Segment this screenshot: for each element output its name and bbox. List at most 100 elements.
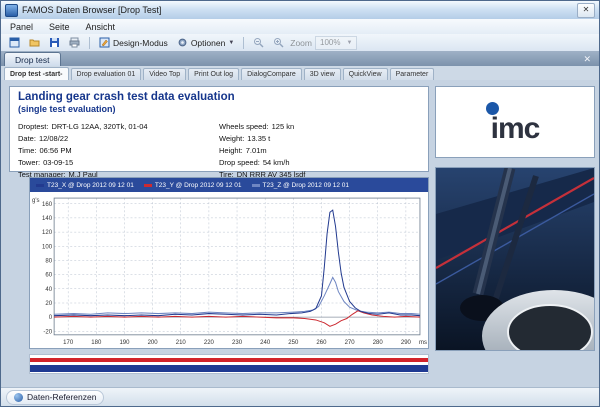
svg-text:100: 100 [42, 244, 53, 250]
subtab-drop-evaluation-01[interactable]: Drop evaluation 01 [71, 68, 142, 80]
design-mode-label: Design-Modus [113, 38, 168, 48]
svg-text:20: 20 [45, 301, 52, 307]
status-bar: Daten-Referenzen [1, 387, 599, 406]
blue-stripe [30, 365, 428, 372]
test-info-fields: Droptest:DRT-LG 12AA, 320Tk, 01-04 Date:… [18, 119, 420, 179]
toolbar-separator [89, 37, 90, 49]
field-height: Height:7.01m [219, 146, 420, 155]
svg-text:200: 200 [148, 340, 159, 346]
print-button[interactable] [66, 36, 83, 49]
series-color-chip [252, 184, 260, 187]
series-color-chip [144, 184, 152, 187]
imc-logo-panel: imc [435, 86, 595, 158]
field-tower: Tower:03-09-15 [18, 158, 219, 167]
window-title: FAMOS Daten Browser [Drop Test] [22, 5, 161, 15]
subtab-parameter[interactable]: Parameter [390, 68, 435, 80]
svg-text:280: 280 [373, 340, 384, 346]
field-drop-speed: Drop speed:54 km/h [219, 158, 420, 167]
zoom-in-icon [273, 37, 284, 48]
svg-text:80: 80 [45, 258, 52, 264]
app-icon [5, 4, 18, 17]
app-window: FAMOS Daten Browser [Drop Test] ✕ Panel … [0, 0, 600, 407]
subtab-quickview[interactable]: QuickView [343, 68, 388, 80]
options-label: Optionen [191, 38, 226, 48]
menu-seite[interactable]: Seite [47, 22, 72, 32]
sub-tab-strip: Drop test -start- Drop evaluation 01 Vid… [1, 66, 599, 81]
field-wheels-speed: Wheels speed:125 kn [219, 122, 420, 131]
svg-text:140: 140 [42, 216, 53, 222]
svg-text:270: 270 [345, 340, 356, 346]
line-chart: 170180190200210220230240250260270280290-… [30, 192, 428, 348]
close-button[interactable]: ✕ [577, 3, 595, 18]
svg-text:ms: ms [419, 340, 427, 346]
svg-text:240: 240 [260, 340, 271, 346]
svg-text:60: 60 [45, 273, 52, 279]
series-color-chip [36, 184, 44, 187]
options-button[interactable]: Optionen ▼ [174, 36, 237, 49]
svg-text:0: 0 [49, 315, 53, 321]
chart-panel: T23_X @ Drop 2012 09 12 01 T23_Y @ Drop … [29, 177, 429, 349]
chevron-down-icon: ▼ [228, 40, 234, 46]
content-area: Landing gear crash test data evaluation … [1, 80, 599, 388]
svg-text:220: 220 [204, 340, 215, 346]
subtab-print-out-log[interactable]: Print Out log [188, 68, 239, 80]
zoom-select[interactable]: 100% ▼ [315, 36, 357, 50]
toolbar-separator [243, 37, 244, 49]
menu-ansicht[interactable]: Ansicht [84, 22, 118, 32]
tab-drop-test[interactable]: Drop test [4, 52, 61, 66]
daten-referenzen-button[interactable]: Daten-Referenzen [6, 390, 104, 405]
tab-close-icon[interactable]: ✕ [583, 55, 591, 64]
status-label: Daten-Referenzen [27, 392, 96, 402]
open-folder-icon [29, 37, 40, 48]
svg-text:g's: g's [32, 198, 40, 204]
field-weight: Weight:13.35 t [219, 134, 420, 143]
page-subtitle: (single test evaluation) [18, 104, 420, 114]
save-icon [49, 37, 60, 48]
svg-text:210: 210 [176, 340, 187, 346]
svg-text:290: 290 [401, 340, 412, 346]
chart-plot-area[interactable]: 170180190200210220230240250260270280290-… [30, 192, 428, 348]
zoom-value: 100% [320, 38, 340, 47]
svg-text:120: 120 [42, 230, 53, 236]
red-stripe [30, 358, 428, 362]
legend-entry-t23x[interactable]: T23_X @ Drop 2012 09 12 01 [36, 182, 134, 189]
chart-legend: T23_X @ Drop 2012 09 12 01 T23_Y @ Drop … [30, 178, 428, 192]
svg-text:260: 260 [316, 340, 327, 346]
field-date: Date:12/08/22 [18, 134, 219, 143]
design-mode-button[interactable]: Design-Modus [96, 36, 171, 49]
landing-gear-photo [435, 167, 595, 351]
toolbar: Design-Modus Optionen ▼ Zoom 100% ▼ [1, 34, 599, 52]
imc-logo-text: imc [491, 116, 540, 142]
zoom-in-button[interactable] [270, 36, 287, 49]
zoom-out-icon [253, 37, 264, 48]
subtab-3d-view[interactable]: 3D view [304, 68, 341, 80]
landing-gear-photo-image [436, 168, 594, 350]
subtab-dialogcompare[interactable]: DialogCompare [241, 68, 302, 80]
svg-text:-20: -20 [43, 329, 52, 335]
open-button[interactable] [26, 36, 43, 49]
legend-entry-t23y[interactable]: T23_Y @ Drop 2012 09 12 01 [144, 182, 242, 189]
menu-panel[interactable]: Panel [8, 22, 35, 32]
svg-text:190: 190 [119, 340, 130, 346]
printer-icon [69, 37, 80, 48]
svg-text:170: 170 [63, 340, 74, 346]
svg-text:230: 230 [232, 340, 243, 346]
zoom-label: Zoom [290, 38, 312, 48]
page-title: Landing gear crash test data evaluation [18, 91, 420, 103]
design-mode-icon [99, 37, 110, 48]
zoom-out-button[interactable] [250, 36, 267, 49]
chevron-down-icon: ▼ [346, 40, 352, 46]
svg-text:180: 180 [91, 340, 102, 346]
subtab-video-top[interactable]: Video Top [143, 68, 186, 80]
field-time: Time:06:56 PM [18, 146, 219, 155]
field-droptest: Droptest:DRT-LG 12AA, 320Tk, 01-04 [18, 122, 219, 131]
svg-text:40: 40 [45, 287, 52, 293]
save-button[interactable] [46, 36, 63, 49]
legend-entry-t23z[interactable]: T23_Z @ Drop 2012 09 12 01 [252, 182, 349, 189]
svg-text:160: 160 [42, 202, 53, 208]
svg-text:250: 250 [288, 340, 299, 346]
subtab-drop-test-start[interactable]: Drop test -start- [4, 67, 69, 80]
new-panel-button[interactable] [6, 36, 23, 49]
data-reference-icon [14, 393, 23, 402]
title-bar: FAMOS Daten Browser [Drop Test] ✕ [1, 1, 599, 20]
